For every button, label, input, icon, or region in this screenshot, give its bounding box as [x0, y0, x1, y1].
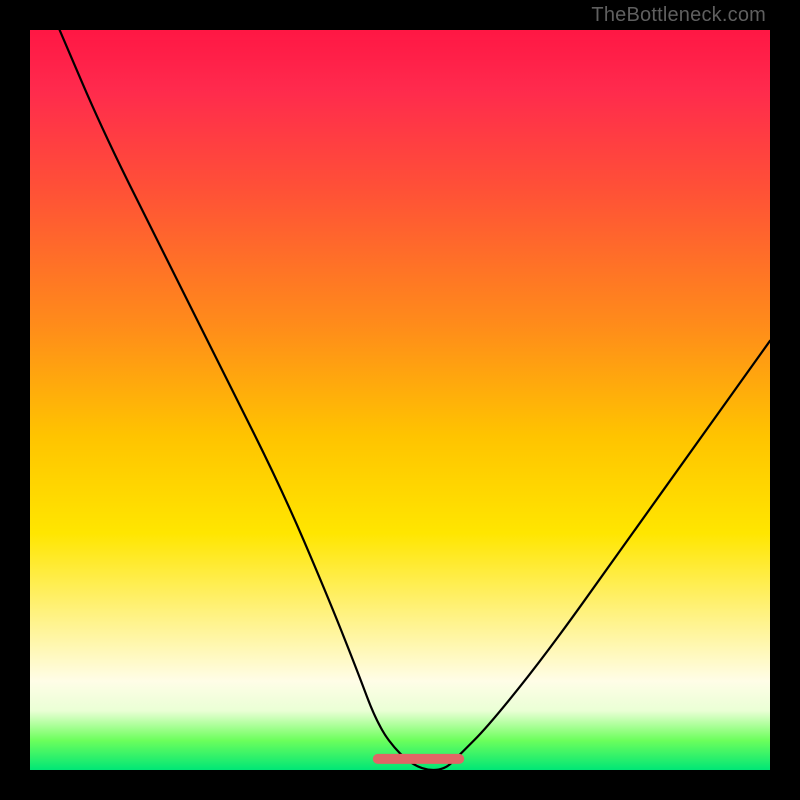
curve-svg — [30, 30, 770, 770]
bottleneck-curve-line — [60, 30, 770, 770]
watermark-text: TheBottleneck.com — [591, 4, 766, 27]
chart-plot-area — [30, 30, 770, 770]
